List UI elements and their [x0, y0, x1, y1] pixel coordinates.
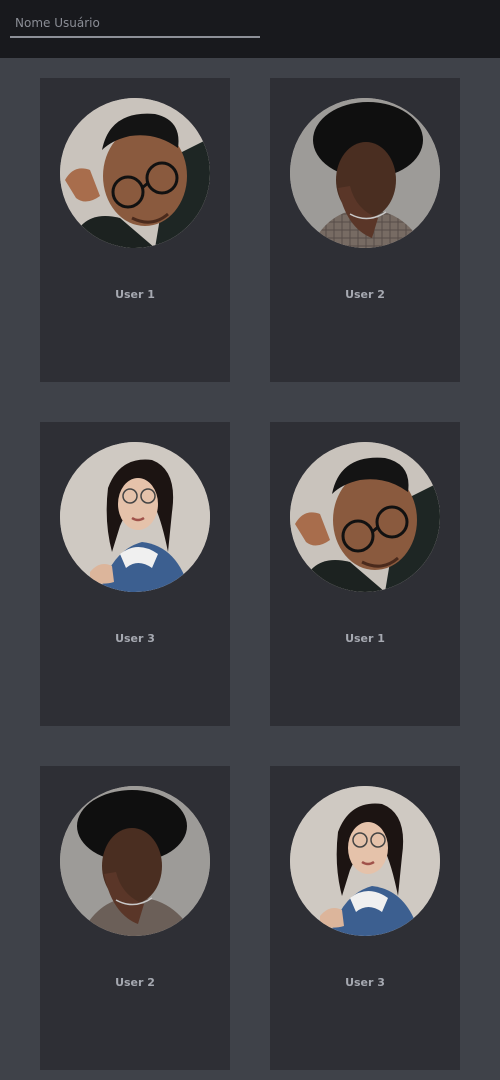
user-3-portrait-icon	[290, 786, 440, 936]
user-2-portrait-icon	[60, 786, 210, 936]
user-3-portrait-icon	[60, 442, 210, 592]
avatar-user-2	[290, 98, 440, 248]
avatar-user-3	[60, 442, 210, 592]
user-1-portrait-icon	[60, 98, 210, 248]
card-name: User 2	[115, 976, 155, 989]
avatar-user-1	[60, 98, 210, 248]
avatar-user-2	[60, 786, 210, 936]
user-card[interactable]: User 2	[270, 78, 460, 382]
user-card[interactable]: User 1	[270, 422, 460, 726]
card-name: User 3	[115, 632, 155, 645]
card-name: User 3	[345, 976, 385, 989]
user-2-portrait-icon	[290, 98, 440, 248]
user-card[interactable]: User 3	[40, 422, 230, 726]
top-bar	[0, 0, 500, 58]
card-name: User 1	[345, 632, 385, 645]
search-input[interactable]	[10, 10, 260, 36]
user-1-portrait-icon	[290, 442, 440, 592]
card-name: User 1	[115, 288, 155, 301]
card-name: User 2	[345, 288, 385, 301]
avatar-user-1	[290, 442, 440, 592]
search-field	[10, 10, 260, 38]
user-card[interactable]: User 2	[40, 766, 230, 1070]
user-card[interactable]: User 1	[40, 78, 230, 382]
user-grid: User 1 User 2 User 3 User 1 User 2 User …	[0, 58, 500, 1080]
user-card[interactable]: User 3	[270, 766, 460, 1070]
avatar-user-3	[290, 786, 440, 936]
